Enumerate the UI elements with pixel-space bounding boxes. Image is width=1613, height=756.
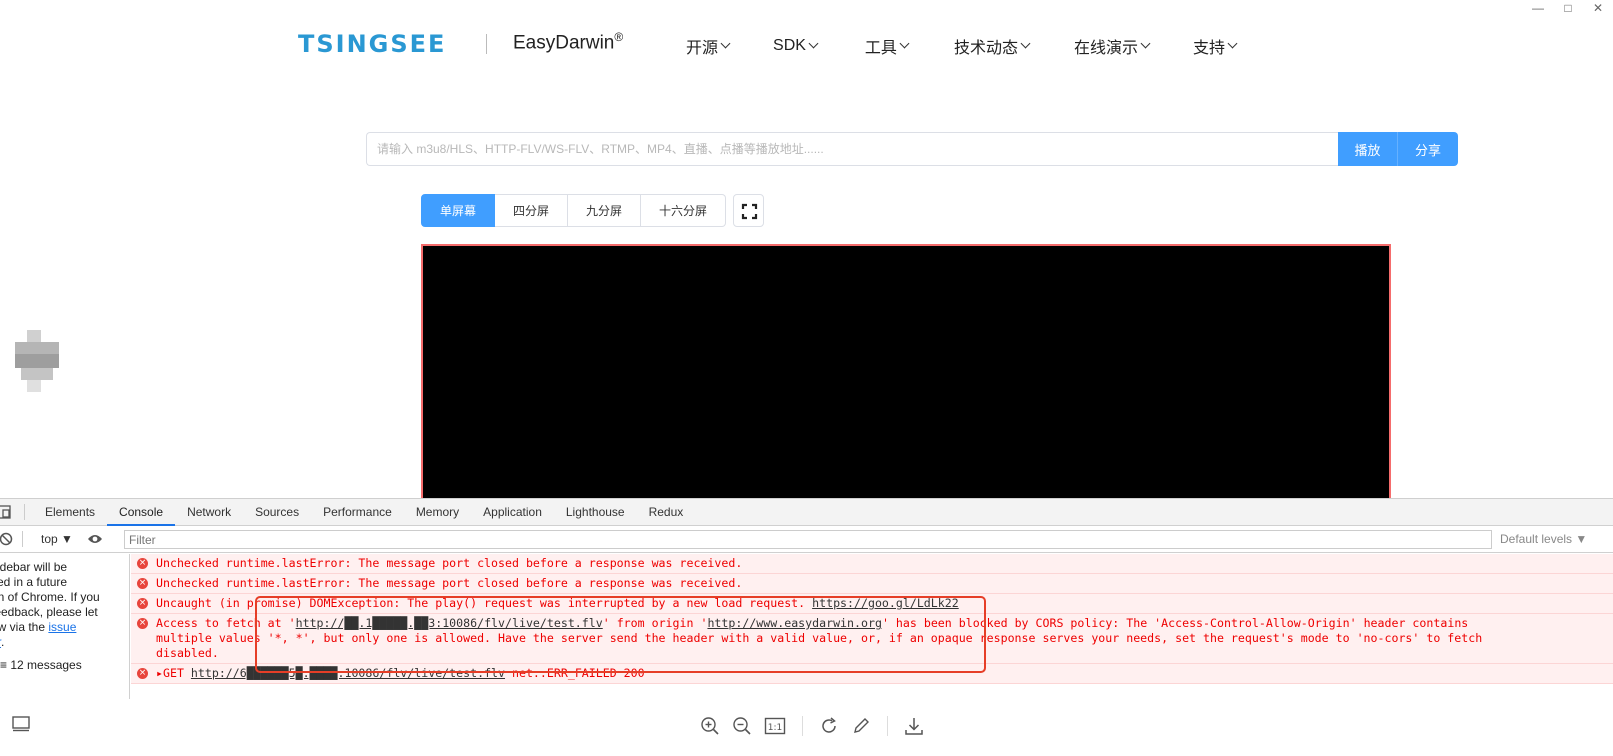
console-error-row[interactable]: × Unchecked runtime.lastError: The messag… xyxy=(131,574,1613,594)
close-button[interactable]: ✕ xyxy=(1583,0,1613,18)
play-url-bar: 播放 分享 xyxy=(366,132,1458,166)
request-url-link[interactable]: http://6██████5█.████:10086/flv/live/tes… xyxy=(191,666,505,680)
message-count[interactable]: 12 messages xyxy=(10,658,81,672)
tab-sources[interactable]: Sources xyxy=(243,499,311,526)
tsingsee-logo[interactable]: TSINGSEE xyxy=(298,28,446,60)
chevron-down-icon xyxy=(720,38,731,49)
main-nav: 开源 SDK 工具 技术动态 在线演示 支持 xyxy=(686,34,1238,58)
tab-console[interactable]: Console xyxy=(107,499,176,526)
play-button[interactable]: 播放 xyxy=(1338,132,1398,166)
tab-lighthouse[interactable]: Lighthouse xyxy=(554,499,637,526)
screen: — □ ✕ TSINGSEE EasyDarwin® 开源 SDK 工具 技术动… xyxy=(0,0,1613,756)
console-toolbar: top ▼ Default levels ▼ xyxy=(0,526,1613,553)
rotate-icon[interactable] xyxy=(819,716,839,736)
logo-divider xyxy=(486,34,487,54)
issue-link[interactable]: issue xyxy=(48,620,76,634)
zoom-out-icon[interactable] xyxy=(732,716,752,736)
divider xyxy=(22,531,23,547)
console-sidebar: sidebar will be ved in a future on of Ch… xyxy=(0,554,130,699)
brand-name[interactable]: EasyDarwin® xyxy=(513,30,623,54)
context-select[interactable]: top ▼ xyxy=(41,532,73,546)
device-toolbar-icon[interactable] xyxy=(0,499,16,526)
download-icon[interactable] xyxy=(904,716,924,736)
tab-memory[interactable]: Memory xyxy=(404,499,471,526)
clear-console-icon[interactable] xyxy=(0,532,14,546)
console-error-row[interactable]: × Uncaught (in promise) DOMException: The… xyxy=(131,594,1613,614)
error-icon: × xyxy=(137,578,148,589)
video-player[interactable] xyxy=(421,244,1391,498)
tab-redux[interactable]: Redux xyxy=(637,499,696,526)
eye-icon[interactable] xyxy=(87,533,103,545)
chevron-down-icon xyxy=(899,38,910,49)
split-single-button[interactable]: 单屏幕 xyxy=(421,194,495,227)
devtools-panel: Elements Console Network Sources Perform… xyxy=(0,498,1613,699)
divider xyxy=(887,716,888,736)
window-controls: — □ ✕ xyxy=(1523,0,1613,18)
svg-text:1:1: 1:1 xyxy=(768,723,782,733)
fullscreen-icon xyxy=(741,203,758,220)
divider xyxy=(24,504,25,520)
error-link[interactable]: https://goo.gl/LdLk22 xyxy=(812,596,959,610)
play-url-input[interactable] xyxy=(366,132,1338,166)
maximize-button[interactable]: □ xyxy=(1553,0,1583,18)
nav-item-online-demo[interactable]: 在线演示 xyxy=(1074,34,1151,58)
site-header: TSINGSEE EasyDarwin® 开源 SDK 工具 技术动态 在线演示… xyxy=(0,28,1613,60)
image-viewer-toolbar: 1:1 xyxy=(0,700,1613,756)
error-icon: × xyxy=(137,668,148,679)
tab-elements[interactable]: Elements xyxy=(33,499,107,526)
viewer-tools: 1:1 xyxy=(700,716,924,736)
split-nine-button[interactable]: 九分屏 xyxy=(568,194,641,227)
split-four-button[interactable]: 四分屏 xyxy=(495,194,568,227)
nav-item-sdk[interactable]: SDK xyxy=(773,34,819,58)
error-icon: × xyxy=(137,618,148,629)
list-icon: ≡ xyxy=(0,658,8,672)
split-screen-group: 单屏幕 四分屏 九分屏 十六分屏 xyxy=(421,194,726,227)
console-error-row[interactable]: × Unchecked runtime.lastError: The messag… xyxy=(131,554,1613,574)
nav-item-support[interactable]: 支持 xyxy=(1193,34,1238,58)
zoom-in-icon[interactable] xyxy=(700,716,720,736)
minimize-button[interactable]: — xyxy=(1523,0,1553,18)
error-icon: × xyxy=(137,558,148,569)
log-levels-select[interactable]: Default levels ▼ xyxy=(1500,532,1587,546)
chevron-down-icon xyxy=(1227,38,1238,49)
origin-link[interactable]: http://www.easydarwin.org xyxy=(707,616,882,630)
divider xyxy=(802,716,803,736)
fullscreen-button[interactable] xyxy=(733,194,764,227)
error-icon: × xyxy=(137,598,148,609)
fetch-url-link[interactable]: http://██.1█████.██3:10086/flv/live/test… xyxy=(296,616,603,630)
share-button[interactable]: 分享 xyxy=(1398,132,1458,166)
blurred-avatar xyxy=(15,330,59,398)
chevron-down-icon xyxy=(808,38,819,49)
tab-application[interactable]: Application xyxy=(471,499,554,526)
console-filter-input[interactable] xyxy=(124,530,1492,549)
console-error-row[interactable]: × ▸GET http://6██████5█.████:10086/flv/li… xyxy=(131,664,1613,684)
sidebar-toggle-icon[interactable] xyxy=(12,716,30,737)
split-sixteen-button[interactable]: 十六分屏 xyxy=(641,194,726,227)
devtools-tab-bar: Elements Console Network Sources Perform… xyxy=(0,499,1613,526)
tab-network[interactable]: Network xyxy=(175,499,243,526)
nav-item-tech-news[interactable]: 技术动态 xyxy=(954,34,1031,58)
chevron-down-icon xyxy=(1020,38,1031,49)
actual-size-icon[interactable]: 1:1 xyxy=(764,716,786,736)
edit-icon[interactable] xyxy=(851,716,871,736)
console-error-row[interactable]: × Access to fetch at 'http://██.1█████.██… xyxy=(131,614,1613,664)
nav-item-open-source[interactable]: 开源 xyxy=(686,34,731,58)
console-messages: × Unchecked runtime.lastError: The messag… xyxy=(131,554,1613,699)
registered-mark: ® xyxy=(614,30,624,44)
chevron-down-icon xyxy=(1140,38,1151,49)
nav-item-tools[interactable]: 工具 xyxy=(865,34,910,58)
console-body: sidebar will be ved in a future on of Ch… xyxy=(0,554,1613,699)
tab-performance[interactable]: Performance xyxy=(311,499,404,526)
